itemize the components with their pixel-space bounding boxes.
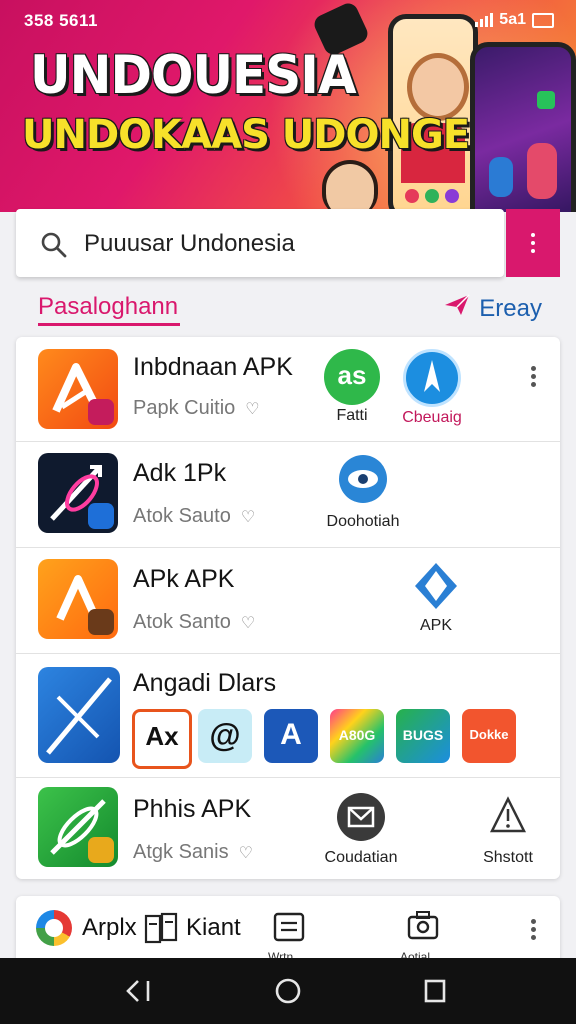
list-item[interactable]: APk APK Atok Santo ♡ APK [16,547,560,654]
tile-ax-icon[interactable]: Ax [132,709,192,769]
section-underline [38,323,180,326]
toolbar-label-1[interactable]: Arplx [82,914,137,942]
quick-app-label: Coudatian [324,849,398,866]
banner-subtitle: UNDOKAAS UDONGE [22,112,470,158]
alert-app-icon [488,793,528,841]
app-title: APk APK [133,565,235,593]
list-item[interactable]: Phhis APK Atgk Sanis ♡ Coudatian Shstott [16,777,560,879]
status-right-text: 5a1 [499,11,526,28]
home-icon[interactable] [273,976,303,1011]
app-subtitle: Atok Sauto ♡ [133,505,256,527]
app-title: Adk 1Pk [133,459,227,487]
phone-graphic-right [470,42,576,212]
document-icon[interactable] [272,910,306,949]
cartoon-face [407,53,469,121]
quick-app-6[interactable]: Shstott [468,793,548,867]
app-icon-blue-plane [38,667,120,763]
eye-app-icon [339,455,387,503]
system-navigation-bar [0,958,576,1024]
status-icons: 5a1 [475,11,554,29]
compass-app-icon [403,349,461,407]
app-icon-dark-arrow [38,453,118,533]
quick-app-1[interactable]: as Fatti [322,349,382,425]
camera-icon[interactable] [406,908,440,947]
tile-star-icon[interactable]: A [264,709,318,763]
app-list: Inbdnaan APK Papk Cuitio ♡ as Fatti Cbeu… [16,337,560,879]
more-vert-icon[interactable] [531,363,536,390]
as-green-icon: as [324,349,380,405]
tile-swirl-icon[interactable]: @ [198,709,252,763]
battery-icon [532,12,554,28]
book-icon[interactable] [144,912,180,951]
app-title: Inbdnaan APK [133,353,293,381]
status-bar: 358 5611 5a1 [0,0,576,40]
list-item[interactable]: Inbdnaan APK Papk Cuitio ♡ as Fatti Cbeu… [16,337,560,442]
banner-title: UNDOUESIA [30,44,357,106]
quick-app-3[interactable]: Doohotiah [318,455,408,531]
app-subtitle: Papk Cuitio ♡ [133,397,260,419]
chrome-icon[interactable] [36,910,72,946]
quick-app-4[interactable]: APK [406,561,466,635]
quick-app-label: Doohotiah [326,513,400,530]
app-icon-orange-a [38,349,118,429]
search-icon [40,231,68,264]
heart-icon: ♡ [245,400,260,418]
app-icon-orange-apk [38,559,118,639]
list-item[interactable]: Adk 1Pk Atok Sauto ♡ Doohotiah [16,441,560,548]
quick-app-label: Shstott [483,849,533,866]
search-input[interactable]: Puuusar Undonesia [84,230,295,258]
section-title[interactable]: Pasaloghann [38,293,178,321]
more-vert-icon[interactable] [531,916,536,943]
quick-app-5[interactable]: Coudatian [316,793,406,867]
quick-app-label: Cbeuaig [402,409,462,426]
status-time: 358 5611 [24,11,98,30]
list-item[interactable]: Angadi Dlars Ax @ A A80G BUGS Dokke [16,653,560,778]
mail-app-icon [337,793,385,841]
heart-icon: ♡ [238,844,253,862]
back-icon[interactable] [124,976,156,1011]
apk-diamond-icon [413,561,459,611]
quick-app-label: Fatti [336,407,368,424]
app-subtitle: Atgk Sanis ♡ [133,841,253,863]
app-title: Angadi Dlars [133,669,277,697]
heart-icon: ♡ [240,508,256,526]
quick-app-label: APK [419,617,452,634]
cartoon-girl [322,160,378,212]
promo-banner[interactable]: 358 5611 5a1 UNDOUESIA UNDOKAAS UDONGE [0,0,576,212]
toolbar-label-2[interactable]: Kiant [186,914,241,942]
heart-icon: ♡ [240,614,256,632]
signal-icon [475,13,494,27]
section-action-label: Ereay [479,294,542,322]
tile-rainbow-icon[interactable]: A80G [330,709,384,763]
overflow-menu-button[interactable] [506,209,560,277]
tile-bung-icon[interactable]: BUGS [396,709,450,763]
tile-red-icon[interactable]: Dokke [462,709,516,763]
app-icon-green-x [38,787,118,867]
more-vert-icon [531,233,535,253]
recents-icon[interactable] [421,976,449,1011]
app-title: Phhis APK [133,795,252,823]
search-bar[interactable]: Puuusar Undonesia [16,209,504,277]
send-icon [443,293,471,324]
app-subtitle: Atok Santo ♡ [133,611,256,633]
quick-app-2[interactable]: Cbeuaig [392,349,472,427]
bottom-toolbar: Arplx Kiant Wrtn Aotial [16,896,560,966]
section-action[interactable]: Ereay [443,293,542,324]
